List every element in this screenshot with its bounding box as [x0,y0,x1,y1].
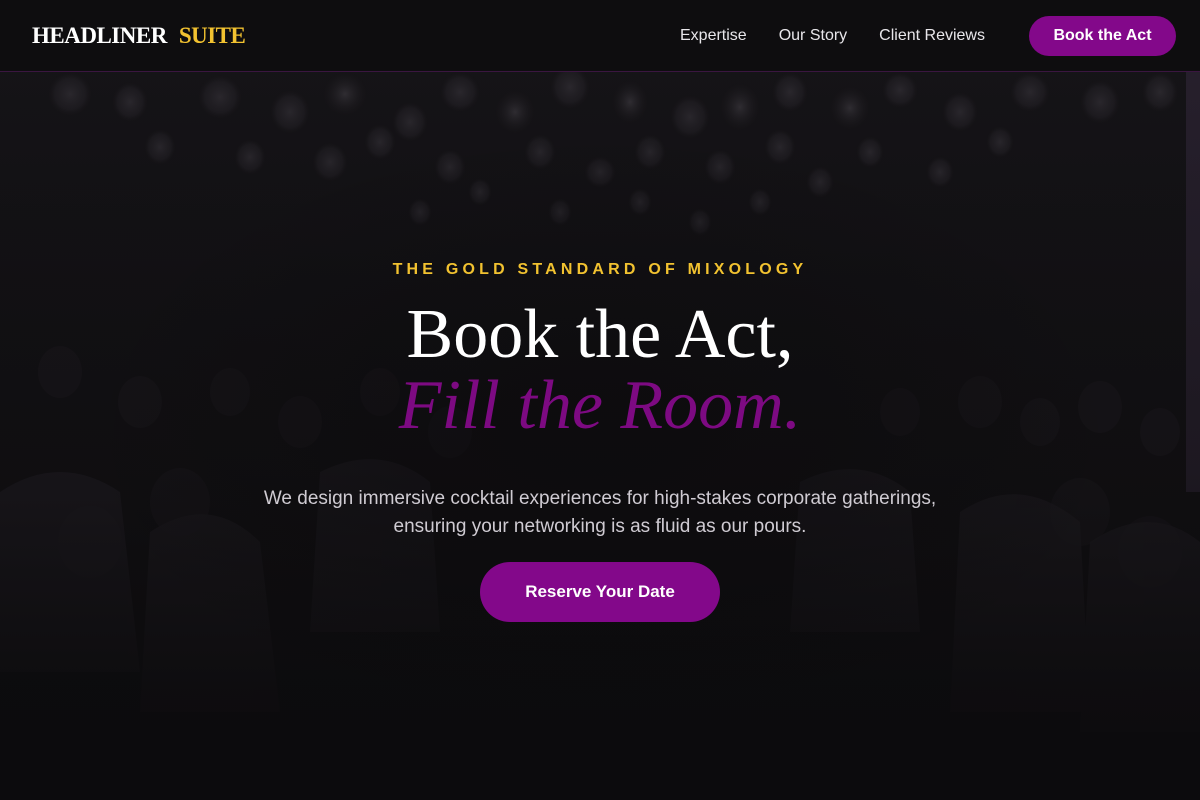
hero-headline-line1: Book the Act, [406,296,794,373]
hero-section: THE GOLD STANDARD OF MIXOLOGY Book the A… [0,0,1200,800]
hero-subtitle: We design immersive cocktail experiences… [263,488,937,537]
top-navbar: HEADLINER SUITE Expertise Our Story Clien… [0,0,1200,72]
nav-links: Expertise Our Story Client Reviews [680,26,1017,46]
brand-name-main: HEADLINER [32,23,167,48]
book-the-act-button[interactable]: Book the Act [1029,16,1176,56]
nav-link-client-reviews[interactable]: Client Reviews [879,26,985,46]
brand-name-accent: SUITE [178,23,246,48]
brand-logo[interactable]: HEADLINER SUITE [32,22,246,50]
nav-link-expertise[interactable]: Expertise [680,26,747,46]
reserve-your-date-button[interactable]: Reserve Your Date [480,562,720,622]
landing-page: HEADLINER SUITE Expertise Our Story Clien… [0,0,1200,800]
hero-headline-line2: Fill the Room. [398,367,802,444]
nav-link-our-story[interactable]: Our Story [779,26,847,46]
hero-eyebrow: THE GOLD STANDARD OF MIXOLOGY [392,261,808,278]
